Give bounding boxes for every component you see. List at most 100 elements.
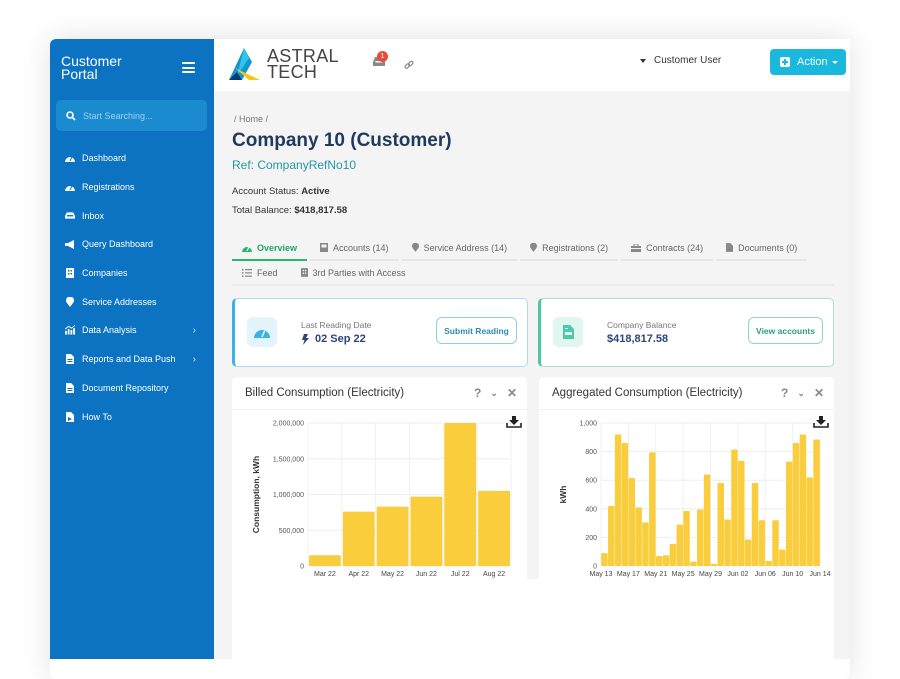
close-icon[interactable]: ✕ xyxy=(507,386,517,400)
download-icon[interactable] xyxy=(506,416,522,428)
tab-contracts[interactable]: Contracts (24) xyxy=(621,236,714,261)
x-tick-label: May 25 xyxy=(672,571,695,578)
tab-documents[interactable]: Documents (0) xyxy=(716,236,808,261)
bar xyxy=(662,555,670,566)
book-icon xyxy=(320,243,329,252)
briefcase-icon xyxy=(631,243,642,252)
sidebar-item-data-analysis[interactable]: Data Analysis › xyxy=(50,316,214,345)
sidebar-item-registrations[interactable]: Registrations xyxy=(50,173,214,202)
y-tick-label: 600 xyxy=(585,478,597,485)
x-tick-label: Aug 22 xyxy=(483,571,505,578)
bar xyxy=(608,505,615,566)
bar xyxy=(635,507,642,566)
action-button[interactable]: Action xyxy=(770,49,846,75)
building-icon xyxy=(65,268,75,279)
plus-square-icon xyxy=(780,57,790,67)
bar xyxy=(642,522,649,566)
tab-bar: Overview Accounts (14) Service Address (… xyxy=(232,236,834,286)
bar xyxy=(710,563,718,566)
x-tick-label: May 17 xyxy=(617,571,640,578)
x-tick-label: Jul 22 xyxy=(451,571,470,578)
logo[interactable]: ASTRAL TECH xyxy=(227,46,339,82)
sidebar-item-how-to[interactable]: How To xyxy=(50,402,214,431)
page-title: Company 10 (Customer) xyxy=(232,130,452,151)
last-reading-label: Last Reading Date xyxy=(301,320,372,330)
tab-feed[interactable]: Feed xyxy=(232,261,288,284)
help-icon[interactable]: ? xyxy=(474,386,481,400)
bar xyxy=(744,539,752,566)
bar xyxy=(669,543,677,566)
close-icon[interactable]: ✕ xyxy=(814,386,824,400)
bar xyxy=(676,524,683,566)
bar xyxy=(478,490,510,566)
sidebar-nav: Dashboard Registrations Inbox Query Dash… xyxy=(50,144,214,431)
download-icon[interactable] xyxy=(813,416,829,428)
x-tick-label: Jun 14 xyxy=(809,571,830,578)
bar xyxy=(806,477,813,566)
aggregated-consumption-panel: Aggregated Consumption (Electricity) ? ⌄ ✕… xyxy=(539,377,834,579)
tab-3rd-parties[interactable]: 3rd Parties with Access xyxy=(291,261,416,284)
tachometer-icon xyxy=(247,317,277,347)
sidebar-item-service-addresses[interactable]: Service Addresses xyxy=(50,287,214,316)
panel-header: Aggregated Consumption (Electricity) ? ⌄ ✕ xyxy=(539,377,834,410)
bar xyxy=(738,460,745,566)
sidebar-item-document-repository[interactable]: Document Repository xyxy=(50,374,214,403)
bar xyxy=(779,549,786,566)
breadcrumb[interactable]: / Home / xyxy=(234,114,268,124)
bar xyxy=(683,510,690,566)
chart-icon xyxy=(65,325,75,336)
y-axis-label: Consumption, kWh xyxy=(251,456,261,533)
tab-service-address[interactable]: Service Address (14) xyxy=(401,236,518,261)
y-tick-label: 1,000 xyxy=(579,421,597,428)
tachometer-icon xyxy=(242,244,252,252)
x-tick-label: Jun 10 xyxy=(782,571,803,578)
company-balance-label: Company Balance xyxy=(607,320,677,330)
x-tick-label: Jun 22 xyxy=(416,571,437,578)
user-menu[interactable]: Customer User xyxy=(640,55,721,66)
bar xyxy=(717,483,724,566)
bar xyxy=(751,483,759,566)
chevron-right-icon: › xyxy=(192,353,196,365)
link-icon[interactable] xyxy=(404,60,414,70)
map-marker-icon xyxy=(530,243,538,252)
bolt-icon xyxy=(302,333,309,345)
tab-registrations[interactable]: Registrations (2) xyxy=(520,236,619,261)
file-video-icon xyxy=(65,411,75,422)
tab-overview[interactable]: Overview xyxy=(232,236,308,261)
chevron-down-icon[interactable]: ⌄ xyxy=(797,388,805,399)
chevron-down-icon[interactable]: ⌄ xyxy=(490,388,498,399)
sidebar-item-dashboard[interactable]: Dashboard xyxy=(50,144,214,173)
help-icon[interactable]: ? xyxy=(781,386,788,400)
search-input[interactable]: Start Searching... xyxy=(56,100,207,131)
bar xyxy=(614,434,622,566)
bar xyxy=(772,520,779,566)
y-axis-label: kWh xyxy=(558,486,568,504)
sidebar: Customer Portal Start Searching... Dashb… xyxy=(50,39,214,659)
y-tick-label: 1,500,000 xyxy=(273,456,304,463)
tachometer-icon xyxy=(65,182,75,192)
map-marker-icon xyxy=(65,296,75,307)
bar xyxy=(758,520,766,566)
bar xyxy=(376,506,409,566)
account-status: Account Status: Active xyxy=(232,186,330,197)
aggregated-consumption-chart: 0 200 400 600 800 1,000 kWh May 13 May 17 May 21 M… xyxy=(558,416,831,578)
sidebar-item-inbox[interactable]: Inbox xyxy=(50,201,214,230)
chevron-right-icon: › xyxy=(192,324,196,336)
bar xyxy=(799,434,807,566)
bar xyxy=(724,519,731,566)
tab-accounts[interactable]: Accounts (14) xyxy=(310,236,399,261)
company-balance-value: $418,817.58 xyxy=(607,333,669,345)
sidebar-item-query-dashboard[interactable]: Query Dashboard xyxy=(50,230,214,259)
company-ref: Ref: CompanyRefNo10 xyxy=(232,158,357,172)
y-tick-label: 0 xyxy=(300,564,304,571)
view-accounts-button[interactable]: View accounts xyxy=(748,317,823,344)
x-tick-label: Mar 22 xyxy=(314,571,336,578)
sidebar-item-reports[interactable]: Reports and Data Push › xyxy=(50,345,214,374)
bar xyxy=(703,474,711,566)
bar xyxy=(792,443,800,566)
submit-reading-button[interactable]: Submit Reading xyxy=(436,317,517,344)
hamburger-icon[interactable] xyxy=(182,62,195,73)
sidebar-item-companies[interactable]: Companies xyxy=(50,259,214,288)
search-placeholder: Start Searching... xyxy=(83,110,153,121)
logo-text: ASTRAL TECH xyxy=(267,46,339,82)
